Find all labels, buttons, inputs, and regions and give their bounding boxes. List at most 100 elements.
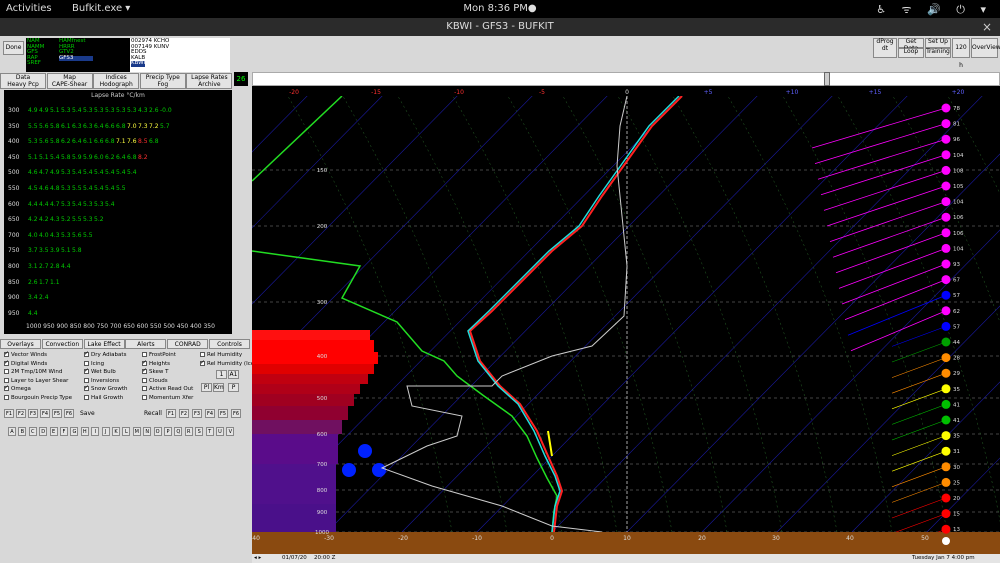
alpha-button[interactable]: H — [80, 427, 89, 436]
checkbox-icon[interactable] — [4, 369, 9, 375]
menu-tab-bottom[interactable]: Fog — [141, 81, 185, 88]
option-tab[interactable]: Controls — [209, 339, 250, 349]
alpha-button[interactable]: S — [195, 427, 204, 436]
hours-button[interactable]: 120 h — [952, 38, 970, 69]
skew-t-plot[interactable]: -20 -15 -10 -5 0 +5 +10 +15 +20 -40 -30 -20 -10 0 10 2… — [250, 86, 1000, 554]
checkbox-icon[interactable] — [142, 377, 147, 383]
small-button[interactable]: 1 — [216, 370, 227, 379]
get-data-button[interactable]: Get Data — [898, 38, 924, 51]
alpha-button[interactable]: U — [216, 427, 224, 436]
checkbox-icon[interactable] — [142, 359, 147, 366]
option-checkbox[interactable]: Skew T — [142, 367, 168, 375]
checkbox-icon[interactable] — [142, 395, 147, 400]
dprog-dt-button[interactable]: dProg dt — [873, 38, 897, 58]
recall-fkey[interactable]: F3 — [192, 409, 202, 418]
alpha-button[interactable]: E — [49, 427, 58, 436]
alpha-button[interactable]: P — [164, 427, 172, 436]
app-menu[interactable]: Bufkit.exe ▾ — [72, 3, 130, 14]
save-fkey[interactable]: F2 — [16, 409, 26, 418]
menu-tab[interactable]: Data Heavy Pcp — [0, 73, 46, 89]
menu-tab-bottom[interactable]: Heavy Pcp — [1, 81, 45, 88]
alpha-button[interactable]: O — [153, 427, 162, 436]
checkbox-icon[interactable] — [4, 359, 9, 366]
alpha-button[interactable]: J — [101, 427, 110, 436]
recall-fkey[interactable]: F2 — [179, 409, 189, 418]
option-tab[interactable]: Alerts — [125, 339, 167, 349]
alpha-button[interactable]: I — [91, 427, 100, 436]
save-fkey[interactable]: F4 — [40, 409, 50, 418]
menu-tab[interactable]: Map CAPE-Shear — [46, 73, 93, 89]
alpha-button[interactable]: B — [18, 427, 27, 436]
menu-tab-top[interactable]: Indices — [94, 74, 138, 81]
model-list[interactable]: NAM HAMfnest NAMM HRRR GFS GTV2 RAP GFS3 SREF — [26, 38, 130, 72]
menu-tab-bottom[interactable]: Hodograph — [94, 81, 138, 88]
recall-fkey[interactable]: F1 — [166, 409, 176, 418]
time-scrollbar[interactable] — [252, 72, 1000, 86]
checkbox-icon[interactable] — [84, 384, 89, 392]
recall-fkey[interactable]: F5 — [218, 409, 228, 418]
option-tab[interactable]: Convection — [41, 339, 83, 349]
option-checkbox[interactable]: Icing — [84, 360, 104, 367]
checkbox-icon[interactable] — [4, 377, 9, 383]
option-tab[interactable]: CONRAD — [167, 339, 209, 349]
save-fkey[interactable]: F1 — [4, 409, 14, 418]
alpha-button[interactable]: G — [70, 427, 79, 436]
option-checkbox[interactable]: FrostPoint — [142, 352, 176, 358]
setup-button[interactable]: Set Up — [925, 38, 951, 48]
option-tab[interactable]: Lake Effect — [83, 339, 125, 349]
done-button[interactable]: Done — [3, 41, 24, 55]
checkbox-icon[interactable] — [142, 367, 147, 375]
alpha-button[interactable]: D — [39, 427, 48, 436]
alpha-button[interactable]: L — [122, 427, 131, 436]
small-button[interactable]: A1 — [228, 370, 239, 379]
checkbox-icon[interactable] — [200, 359, 205, 366]
overview-button[interactable]: OverView — [971, 38, 1000, 58]
alpha-button[interactable]: N — [143, 427, 152, 436]
menu-tab-top[interactable]: Lapse Rates — [187, 74, 231, 81]
station-label[interactable]: KBWI — [131, 61, 146, 67]
alpha-button[interactable]: F — [60, 427, 68, 436]
option-checkbox[interactable]: Digital Winds — [4, 359, 47, 367]
alpha-button[interactable]: R — [184, 427, 193, 436]
alpha-button[interactable]: Q — [174, 427, 183, 436]
alpha-button[interactable]: K — [112, 427, 120, 436]
menu-tab[interactable]: Precip Type Fog — [139, 73, 186, 89]
option-checkbox[interactable]: Heights — [142, 359, 170, 367]
status-arrows[interactable]: ◂ ▸ — [254, 555, 261, 561]
checkbox-icon[interactable] — [142, 386, 147, 392]
checkbox-icon[interactable] — [84, 350, 89, 357]
option-checkbox[interactable]: Omega — [4, 384, 31, 392]
station-list[interactable]: 002974 KCHO 007149 KUNV EDDS KALB KBWI — [130, 38, 230, 72]
checkbox-icon[interactable] — [200, 352, 205, 357]
option-checkbox[interactable]: 2M Tmp/10M Wind — [4, 369, 62, 375]
recall-fkey[interactable]: F6 — [231, 409, 241, 418]
option-checkbox[interactable]: Layer to Layer Shear — [4, 377, 68, 384]
small-button[interactable]: P — [228, 383, 239, 392]
alpha-button[interactable]: T — [205, 427, 214, 436]
menu-tab-top[interactable]: Map — [48, 74, 92, 81]
clock[interactable]: Mon 8:36 PM● — [440, 3, 560, 14]
menu-tab[interactable]: Indices Hodograph — [93, 73, 140, 89]
checkbox-icon[interactable] — [84, 367, 89, 375]
small-button[interactable]: Pl — [201, 383, 212, 392]
option-tab[interactable]: Overlays — [0, 339, 41, 349]
checkbox-icon[interactable] — [84, 360, 89, 366]
checkbox-icon[interactable] — [4, 350, 9, 357]
option-checkbox[interactable]: Wet Bulb — [84, 367, 116, 375]
activities-button[interactable]: Activities — [6, 3, 52, 14]
station-item[interactable]: KBWI — [131, 61, 229, 67]
option-checkbox[interactable]: Rel Humidity (Ice) — [200, 359, 256, 367]
save-fkey[interactable]: F5 — [52, 409, 62, 418]
model-name[interactable]: GFS3 — [59, 55, 93, 62]
option-checkbox[interactable]: Active Read Out — [142, 386, 193, 392]
option-checkbox[interactable]: Clouds — [142, 377, 168, 384]
alpha-button[interactable]: V — [226, 427, 235, 436]
checkbox-icon[interactable] — [84, 395, 89, 400]
menu-tab-bottom[interactable]: Archive — [187, 81, 231, 88]
system-tray[interactable]: ♿ ᯤ 🔊 ⏻ ▾ — [876, 2, 992, 17]
option-checkbox[interactable]: Rel Humidity — [200, 352, 242, 358]
checkbox-icon[interactable] — [84, 377, 89, 383]
model-row[interactable]: SREF — [27, 61, 129, 67]
alpha-button[interactable]: A — [8, 427, 16, 436]
alpha-button[interactable]: M — [132, 427, 141, 436]
